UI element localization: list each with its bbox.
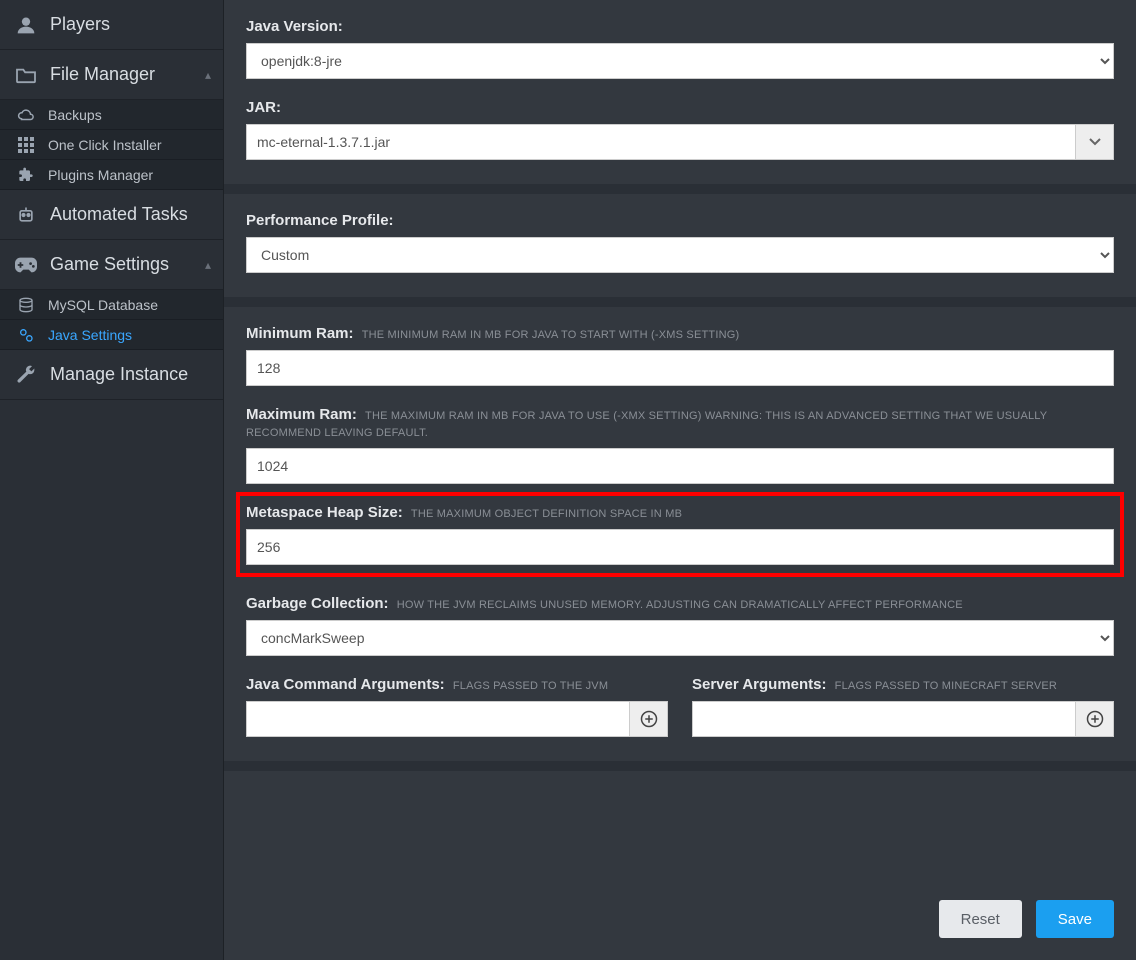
reset-button[interactable]: Reset [939, 900, 1022, 938]
label-text: Garbage Collection: [246, 595, 389, 612]
server-args-input[interactable] [693, 702, 1075, 736]
min-ram-input[interactable] [246, 350, 1114, 386]
puzzle-icon [14, 167, 38, 183]
gears-icon [14, 327, 38, 343]
sidebar-item-game-settings[interactable]: Game Settings ▴ [0, 240, 223, 290]
server-args-group [692, 701, 1114, 737]
label-hint: THE MINIMUM RAM IN MB FOR JAVA TO START … [362, 329, 740, 341]
sidebar-item-players[interactable]: Players [0, 0, 223, 50]
java-version-select[interactable]: openjdk:8-jre [246, 43, 1114, 79]
label-text: Java Command Arguments: [246, 676, 445, 693]
nav-label: Plugins Manager [48, 167, 153, 183]
args-row: Java Command Arguments: FLAGS PASSED TO … [246, 676, 1114, 737]
field-jar: JAR: [246, 99, 1114, 160]
label-hint: THE MAXIMUM OBJECT DEFINITION SPACE IN M… [411, 508, 682, 520]
label-hint: FLAGS PASSED TO THE JVM [453, 680, 608, 692]
sidebar-sub-one-click-installer[interactable]: One Click Installer [0, 130, 223, 160]
panel-performance-profile: Performance Profile: Custom [224, 194, 1136, 307]
metaspace-label: Metaspace Heap Size: THE MAXIMUM OBJECT … [246, 504, 1114, 521]
field-max-ram: Maximum Ram: THE MAXIMUM RAM IN MB FOR J… [246, 406, 1114, 484]
chevron-up-icon: ▴ [205, 68, 211, 82]
chevron-up-icon: ▴ [205, 258, 211, 272]
max-ram-label: Maximum Ram: THE MAXIMUM RAM IN MB FOR J… [246, 406, 1114, 440]
label-text: Maximum Ram: [246, 406, 357, 423]
folder-icon [12, 66, 40, 84]
field-java-version: Java Version: openjdk:8-jre [246, 18, 1114, 79]
field-gc: Garbage Collection: HOW THE JVM RECLAIMS… [246, 595, 1114, 656]
field-metaspace: Metaspace Heap Size: THE MAXIMUM OBJECT … [246, 504, 1114, 565]
panel-advanced: Minimum Ram: THE MINIMUM RAM IN MB FOR J… [224, 307, 1136, 771]
java-args-add-button[interactable] [629, 702, 667, 736]
jar-input-group [246, 124, 1114, 160]
sidebar-item-automated-tasks[interactable]: Automated Tasks [0, 190, 223, 240]
java-version-label: Java Version: [246, 18, 1114, 35]
label-text: Server Arguments: [692, 676, 827, 693]
field-server-args: Server Arguments: FLAGS PASSED TO MINECR… [692, 676, 1114, 737]
server-args-label: Server Arguments: FLAGS PASSED TO MINECR… [692, 676, 1114, 693]
label-hint: HOW THE JVM RECLAIMS UNUSED MEMORY. ADJU… [397, 599, 963, 611]
sidebar-sub-backups[interactable]: Backups [0, 100, 223, 130]
footer-buttons: Reset Save [224, 882, 1136, 960]
user-icon [12, 15, 40, 35]
server-args-add-button[interactable] [1075, 702, 1113, 736]
jar-label: JAR: [246, 99, 1114, 116]
perf-profile-select[interactable]: Custom [246, 237, 1114, 273]
gc-select[interactable]: concMarkSweep [246, 620, 1114, 656]
jar-dropdown-button[interactable] [1075, 125, 1113, 159]
nav-label: Automated Tasks [50, 204, 188, 225]
sidebar-item-manage-instance[interactable]: Manage Instance [0, 350, 223, 400]
wrench-icon [12, 365, 40, 385]
max-ram-input[interactable] [246, 448, 1114, 484]
field-min-ram: Minimum Ram: THE MINIMUM RAM IN MB FOR J… [246, 325, 1114, 386]
gc-label: Garbage Collection: HOW THE JVM RECLAIMS… [246, 595, 1114, 612]
label-text: Minimum Ram: [246, 325, 354, 342]
nav-label: Manage Instance [50, 364, 188, 385]
java-args-group [246, 701, 668, 737]
sidebar: Players File Manager ▴ Backups One Click… [0, 0, 224, 960]
panel-java-jar: Java Version: openjdk:8-jre JAR: [224, 0, 1136, 194]
nav-label: Java Settings [48, 327, 132, 343]
robot-icon [12, 205, 40, 225]
nav-label: One Click Installer [48, 137, 162, 153]
min-ram-label: Minimum Ram: THE MINIMUM RAM IN MB FOR J… [246, 325, 1114, 342]
field-performance-profile: Performance Profile: Custom [246, 212, 1114, 273]
nav-label: MySQL Database [48, 297, 158, 313]
cloud-icon [14, 108, 38, 122]
gamepad-icon [12, 257, 40, 273]
nav-label: Game Settings [50, 254, 169, 275]
java-args-label: Java Command Arguments: FLAGS PASSED TO … [246, 676, 668, 693]
perf-profile-label: Performance Profile: [246, 212, 1114, 229]
label-text: Metaspace Heap Size: [246, 504, 403, 521]
grid-icon [14, 137, 38, 153]
sidebar-sub-java-settings[interactable]: Java Settings [0, 320, 223, 350]
sidebar-sub-mysql[interactable]: MySQL Database [0, 290, 223, 320]
java-args-input[interactable] [247, 702, 629, 736]
main-content: Java Version: openjdk:8-jre JAR: Perform… [224, 0, 1136, 960]
sidebar-item-file-manager[interactable]: File Manager ▴ [0, 50, 223, 100]
field-java-args: Java Command Arguments: FLAGS PASSED TO … [246, 676, 668, 737]
label-hint: FLAGS PASSED TO MINECRAFT SERVER [835, 680, 1057, 692]
nav-label: Backups [48, 107, 102, 123]
database-icon [14, 297, 38, 313]
save-button[interactable]: Save [1036, 900, 1114, 938]
nav-label: Players [50, 14, 110, 35]
highlight-metaspace: Metaspace Heap Size: THE MAXIMUM OBJECT … [236, 492, 1124, 577]
label-hint: THE MAXIMUM RAM IN MB FOR JAVA TO USE (-… [246, 410, 1047, 439]
jar-input[interactable] [247, 125, 1075, 159]
nav-label: File Manager [50, 64, 155, 85]
metaspace-input[interactable] [246, 529, 1114, 565]
sidebar-sub-plugins-manager[interactable]: Plugins Manager [0, 160, 223, 190]
